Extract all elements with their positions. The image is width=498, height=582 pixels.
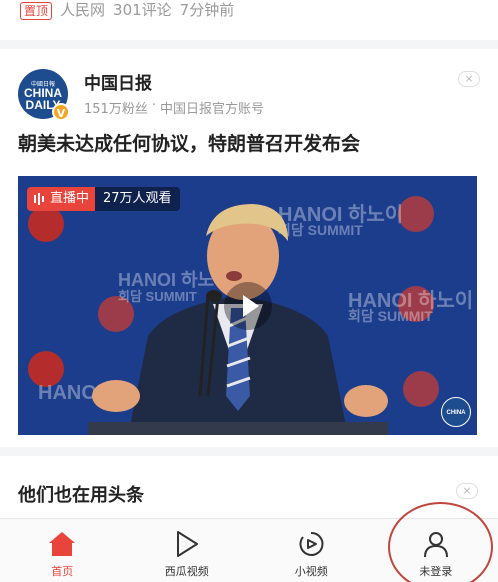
divider: [0, 40, 498, 49]
tab-label: 未登录: [419, 565, 453, 578]
user-icon: [421, 529, 451, 559]
dot-separator: ·: [151, 98, 156, 113]
bg-flag-shape: [403, 371, 439, 407]
play-icon: [172, 529, 202, 559]
tab-xigua-video[interactable]: 西瓜视频: [125, 519, 250, 582]
live-indicator: 直播中: [27, 187, 96, 211]
tab-home[interactable]: 首页: [0, 519, 125, 582]
follower-count: 151万粉丝: [84, 102, 148, 117]
news-headline[interactable]: 朝美未达成任何协议，特朗普召开发布会: [18, 132, 480, 156]
meta-comments: 301评论: [113, 1, 172, 19]
account-desc: 中国日报官方账号: [159, 102, 264, 117]
section-close-icon[interactable]: ×: [456, 483, 478, 499]
top-news-meta: 置顶 人民网 301评论 7分钟前: [0, 0, 498, 40]
author-name[interactable]: 中国日报: [84, 69, 152, 94]
small-video-icon: [296, 529, 326, 559]
tab-label: 西瓜视频: [164, 565, 209, 578]
live-label: 直播中: [50, 191, 90, 206]
verified-icon: V: [52, 103, 70, 121]
divider: [0, 447, 498, 456]
video-player[interactable]: HANOI 하노이 회담 SUMMIT HANOI 하노이 회담 SUMMIT …: [18, 176, 477, 435]
pinned-badge: 置顶: [20, 2, 53, 20]
live-badge: 直播中 27万人观看: [27, 187, 180, 211]
bg-flag-shape: [398, 196, 434, 232]
bottom-tab-bar: 首页 西瓜视频 小视频 未登录: [0, 518, 498, 582]
tab-not-logged-in[interactable]: 未登录: [374, 519, 498, 582]
author-row: 中國日報 CHINA DAILY V 中国日报 151万粉丝 · 中国日报官方账…: [18, 69, 480, 121]
tab-label: 小视频: [294, 565, 328, 578]
home-icon: [47, 529, 77, 559]
avatar[interactable]: 中國日報 CHINA DAILY V: [18, 69, 70, 121]
bg-flag-shape: [28, 206, 64, 242]
dislike-close-icon[interactable]: ×: [458, 71, 480, 87]
author-subtitle: 151万粉丝 · 中国日报官方账号: [84, 98, 264, 117]
meta-time: 7分钟前: [179, 1, 235, 19]
live-bars-icon: [34, 193, 44, 205]
viewer-count: 27万人观看: [95, 187, 180, 211]
watermark-logo: CHINA DAILY: [441, 397, 471, 427]
meta-info: 人民网 301评论 7分钟前: [60, 0, 234, 20]
tab-small-video[interactable]: 小视频: [249, 519, 374, 582]
meta-source[interactable]: 人民网: [60, 0, 105, 20]
section-title: 他们也在用头条: [18, 485, 144, 506]
play-icon[interactable]: [224, 282, 272, 330]
tab-label: 首页: [51, 565, 74, 578]
